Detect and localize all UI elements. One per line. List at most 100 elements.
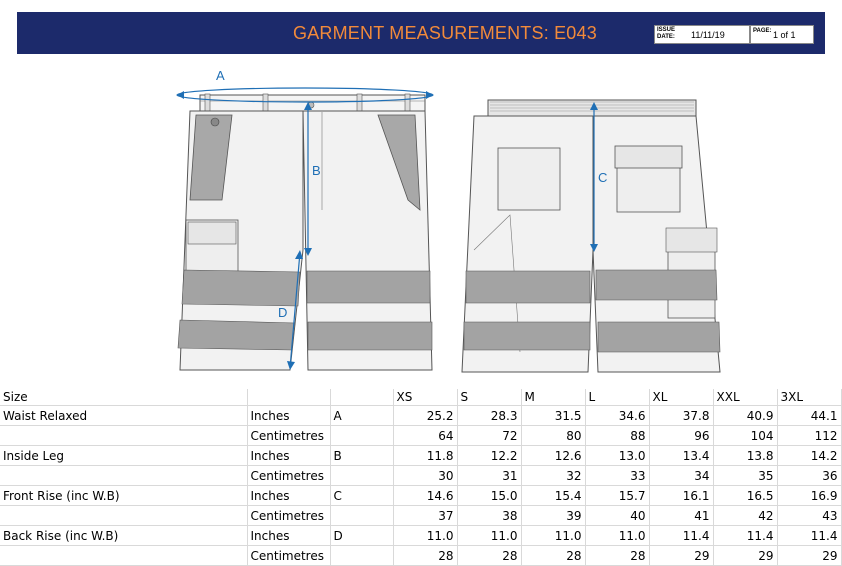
measurement-value: 11.0 <box>521 525 586 546</box>
measurement-name <box>0 505 248 526</box>
dimension-b-label: B <box>312 163 321 178</box>
dimension-code: B <box>330 445 394 466</box>
page-value: 1 of 1 <box>773 30 796 40</box>
unit-label: Centimetres <box>247 545 331 566</box>
measurement-value: 16.9 <box>777 485 842 506</box>
measurement-value: 28.3 <box>457 405 522 426</box>
size-header-xs: XS <box>393 389 458 406</box>
measurement-value: 13.0 <box>585 445 650 466</box>
measurement-value: 33 <box>585 465 650 486</box>
table-header-row: Size XS S M L XL XXL 3XL <box>0 389 842 406</box>
measurement-value: 11.4 <box>649 525 714 546</box>
issue-label-line2: DATE: <box>657 33 675 40</box>
measurement-name <box>0 465 248 486</box>
unit-label: Inches <box>247 485 331 506</box>
dimension-c-label: C <box>598 170 607 185</box>
dimension-code: C <box>330 485 394 506</box>
size-header-3xl: 3XL <box>777 389 842 406</box>
measurement-value: 28 <box>521 545 586 566</box>
unit-label: Inches <box>247 405 331 426</box>
back-view-shorts <box>461 99 721 373</box>
measurement-value: 34.6 <box>585 405 650 426</box>
measurement-value: 11.4 <box>713 525 778 546</box>
measurement-value: 43 <box>777 505 842 526</box>
measurement-value: 12.6 <box>521 445 586 466</box>
measurement-value: 36 <box>777 465 842 486</box>
size-header-xl: XL <box>649 389 714 406</box>
unit-header-cell <box>247 389 331 406</box>
measurement-name: Inside Leg <box>0 445 248 466</box>
page-label: PAGE: <box>753 28 772 34</box>
measurement-value: 28 <box>457 545 522 566</box>
unit-label: Centimetres <box>247 505 331 526</box>
measurement-value: 15.7 <box>585 485 650 506</box>
measurement-value: 16.1 <box>649 485 714 506</box>
front-view-shorts <box>177 93 433 371</box>
measurement-value: 31 <box>457 465 522 486</box>
measurement-name: Back Rise (inc W.B) <box>0 525 248 546</box>
dimension-code <box>330 545 394 566</box>
size-header-xxl: XXL <box>713 389 778 406</box>
measurement-name <box>0 545 248 566</box>
measurement-value: 13.8 <box>713 445 778 466</box>
measurement-value: 29 <box>713 545 778 566</box>
measurement-value: 39 <box>521 505 586 526</box>
size-header-m: M <box>521 389 586 406</box>
measurement-value: 30 <box>393 465 458 486</box>
garment-technical-drawing: A B D C <box>176 68 721 373</box>
table-row: Centimetres 37 38 39 40 41 42 43 <box>0 505 842 526</box>
size-header-label: Size <box>0 389 248 406</box>
measurement-value: 14.2 <box>777 445 842 466</box>
measurement-value: 112 <box>777 425 842 446</box>
measurement-name: Waist Relaxed <box>0 405 248 426</box>
measurement-value: 96 <box>649 425 714 446</box>
dimension-code: D <box>330 525 394 546</box>
measurement-value: 28 <box>585 545 650 566</box>
measurement-value: 44.1 <box>777 405 842 426</box>
measurements-table: Size XS S M L XL XXL 3XL Waist Relaxed Inches A 25.… <box>0 389 842 566</box>
issue-label-line1: ISSUE <box>657 27 676 33</box>
measurement-value: 104 <box>713 425 778 446</box>
unit-label: Inches <box>247 525 331 546</box>
table-row: Inside Leg Inches B 11.8 12.2 12.6 13.0 13.4 13.… <box>0 445 842 466</box>
dimension-a-label: A <box>216 68 225 83</box>
measurement-value: 25.2 <box>393 405 458 426</box>
measurement-value: 11.8 <box>393 445 458 466</box>
table-row: Centimetres 64 72 80 88 96 104 112 <box>0 425 842 446</box>
issue-date-label: ISSUE DATE: <box>657 27 675 40</box>
measurement-value: 41 <box>649 505 714 526</box>
measurement-value: 35 <box>713 465 778 486</box>
measurement-value: 37 <box>393 505 458 526</box>
size-header-s: S <box>457 389 522 406</box>
measurement-value: 11.0 <box>393 525 458 546</box>
measurement-value: 40.9 <box>713 405 778 426</box>
measurement-value: 42 <box>713 505 778 526</box>
table-row: Back Rise (inc W.B) Inches D 11.0 11.0 11.0 11… <box>0 525 842 546</box>
page-box: PAGE: 1 of 1 <box>750 25 814 44</box>
table-row: Centimetres 30 31 32 33 34 35 36 <box>0 465 842 486</box>
measurement-value: 12.2 <box>457 445 522 466</box>
measurement-value: 31.5 <box>521 405 586 426</box>
measurement-value: 88 <box>585 425 650 446</box>
measurement-value: 29 <box>777 545 842 566</box>
measurement-value: 38 <box>457 505 522 526</box>
issue-date-box: ISSUE DATE: 11/11/19 <box>654 25 750 44</box>
measurement-value: 34 <box>649 465 714 486</box>
measurement-value: 29 <box>649 545 714 566</box>
unit-label: Centimetres <box>247 465 331 486</box>
size-header-l: L <box>585 389 650 406</box>
measurement-value: 16.5 <box>713 485 778 506</box>
measurement-name <box>0 425 248 446</box>
measurement-value: 28 <box>393 545 458 566</box>
dimension-code: A <box>330 405 394 426</box>
dimension-code <box>330 505 394 526</box>
header-banner: GARMENT MEASUREMENTS: E043 ISSUE DATE: 1… <box>17 12 825 54</box>
measurement-value: 14.6 <box>393 485 458 506</box>
issue-date-value: 11/11/19 <box>691 30 725 40</box>
unit-label: Centimetres <box>247 425 331 446</box>
dimension-code <box>330 465 394 486</box>
measurement-value: 32 <box>521 465 586 486</box>
dimension-d-label: D <box>278 305 287 320</box>
measurement-value: 13.4 <box>649 445 714 466</box>
measurement-name: Front Rise (inc W.B) <box>0 485 248 506</box>
